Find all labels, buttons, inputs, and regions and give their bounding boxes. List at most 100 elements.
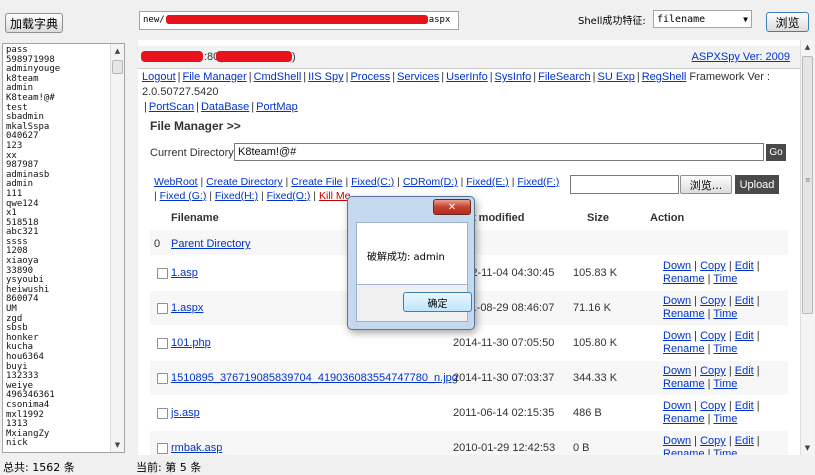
root-link-fixed-o-[interactable]: Fixed(O:) [267,190,311,202]
row-checkbox[interactable] [157,338,168,349]
menu-link-userinfo[interactable]: UserInfo [446,71,488,83]
file-name-link[interactable]: js.asp [171,407,200,419]
menu-link-logout[interactable]: Logout [142,71,176,83]
menu-link-database[interactable]: DataBase [201,101,249,113]
root-link-create-file[interactable]: Create File [291,176,342,188]
menu-link-process[interactable]: Process [350,71,390,83]
root-link-fixed-f-[interactable]: Fixed(F:) [517,176,559,188]
copy-link[interactable]: Copy [700,400,726,412]
scrollbar-thumb[interactable] [112,60,123,74]
time-link[interactable]: Time [713,378,737,390]
root-link-fixed-c-[interactable]: Fixed(C:) [351,176,394,188]
edit-link[interactable]: Edit [735,435,754,447]
down-link[interactable]: Down [663,330,691,342]
row-checkbox[interactable] [157,443,168,454]
file-modified: 2014-11-30 07:03:37 [453,372,555,384]
close-icon[interactable]: ✕ [433,199,471,215]
root-link-create-directory[interactable]: Create Directory [206,176,282,188]
ok-button[interactable]: 确定 [403,292,472,312]
edit-link[interactable]: Edit [735,260,754,272]
kill-me-link[interactable]: Kill Me [319,190,351,202]
rename-link[interactable]: Rename [663,448,705,455]
status-current: 当前: 第 5 条 [136,461,202,474]
file-name-link[interactable]: 1.aspx [171,302,203,314]
time-link[interactable]: Time [713,308,737,320]
menu-link-file-manager[interactable]: File Manager [183,71,247,83]
copy-link[interactable]: Copy [700,365,726,377]
browse-button[interactable]: 浏览 [766,12,809,32]
version-link[interactable]: ASPXSpy Ver: 2009 [692,51,790,63]
root-link-cdrom-d-[interactable]: CDRom(D:) [403,176,458,188]
dialog-message: 破解成功: admin [367,252,445,263]
upload-file-input[interactable] [570,175,679,194]
time-link[interactable]: Time [713,343,737,355]
edit-link[interactable]: Edit [735,400,754,412]
menu-link-filesearch[interactable]: FileSearch [538,71,591,83]
dictionary-list[interactable]: pass 598971998 adminyouge k8team admin K… [2,43,125,453]
rename-link[interactable]: Rename [663,308,705,320]
root-link-webroot[interactable]: WebRoot [154,176,198,188]
row-checkbox[interactable] [157,373,168,384]
menu-link-services[interactable]: Services [397,71,439,83]
load-dictionary-button[interactable]: 加载字典 [5,13,63,33]
page-title: File Manager >> [150,119,241,133]
menu-link-iis-spy[interactable]: IIS Spy [308,71,343,83]
copy-link[interactable]: Copy [700,435,726,447]
scroll-down-icon[interactable]: ▼ [111,438,124,452]
row-checkbox[interactable] [157,408,168,419]
edit-link[interactable]: Edit [735,295,754,307]
menu-link-portscan[interactable]: PortScan [149,101,194,113]
rename-link[interactable]: Rename [663,343,705,355]
down-link[interactable]: Down [663,295,691,307]
copy-link[interactable]: Copy [700,330,726,342]
browse-file-button[interactable]: 浏览... [680,175,732,194]
upload-button[interactable]: Upload [735,175,779,194]
parent-directory-link[interactable]: Parent Directory [171,238,250,250]
current-directory-input[interactable]: K8team!@# [234,143,764,161]
file-name-link[interactable]: 1.asp [171,267,198,279]
rename-link[interactable]: Rename [663,273,705,285]
menu-link-su-exp[interactable]: SU Exp [598,71,635,83]
redaction-mark [165,15,428,24]
row-checkbox[interactable] [157,268,168,279]
action-separator: | [753,295,760,307]
menu-link-regshell[interactable]: RegShell [642,71,687,83]
copy-link[interactable]: Copy [700,260,726,272]
copy-link[interactable]: Copy [700,295,726,307]
root-link-fixed-g-[interactable]: Fixed (G:) [160,190,207,202]
action-separator: | [725,435,735,447]
scroll-up-icon[interactable]: ▲ [111,44,124,58]
down-link[interactable]: Down [663,365,691,377]
scroll-down-icon[interactable]: ▼ [801,441,814,455]
time-link[interactable]: Time [713,413,737,425]
down-link[interactable]: Down [663,260,691,272]
file-name-link[interactable]: 101.php [171,337,211,349]
row-actions: Down | Copy | Edit | Rename | Time [663,260,760,286]
root-link-fixed-e-[interactable]: Fixed(E:) [466,176,509,188]
row-checkbox[interactable] [157,303,168,314]
rename-link[interactable]: Rename [663,413,705,425]
menu-link-cmdshell[interactable]: CmdShell [254,71,302,83]
time-link[interactable]: Time [713,273,737,285]
down-link[interactable]: Down [663,400,691,412]
page-scrollbar[interactable]: ▲ ≡ ▼ [800,40,814,455]
menu-link-sysinfo[interactable]: SysInfo [495,71,532,83]
down-link[interactable]: Down [663,435,691,447]
file-name-link[interactable]: rmbak.asp [171,442,222,454]
file-name-link[interactable]: 1510895_376719085839704_4190360835547477… [171,372,458,384]
action-separator: | [691,365,701,377]
edit-link[interactable]: Edit [735,330,754,342]
url-input[interactable]: new/aspx [139,11,459,30]
url-suffix: aspx [428,15,451,25]
time-link[interactable]: Time [713,448,737,455]
edit-link[interactable]: Edit [735,365,754,377]
scrollbar-thumb[interactable]: ≡ [802,56,813,314]
root-link-fixed-h-[interactable]: Fixed(H:) [215,190,258,202]
file-modified: 2014-11-30 07:05:50 [453,337,555,349]
shell-feature-select[interactable]: filename ▼ [653,10,752,28]
scroll-up-icon[interactable]: ▲ [801,40,814,54]
go-button[interactable]: Go [766,144,786,161]
dictionary-scrollbar[interactable]: ▲ ▼ [110,44,124,452]
rename-link[interactable]: Rename [663,378,705,390]
menu-link-portmap[interactable]: PortMap [256,101,298,113]
